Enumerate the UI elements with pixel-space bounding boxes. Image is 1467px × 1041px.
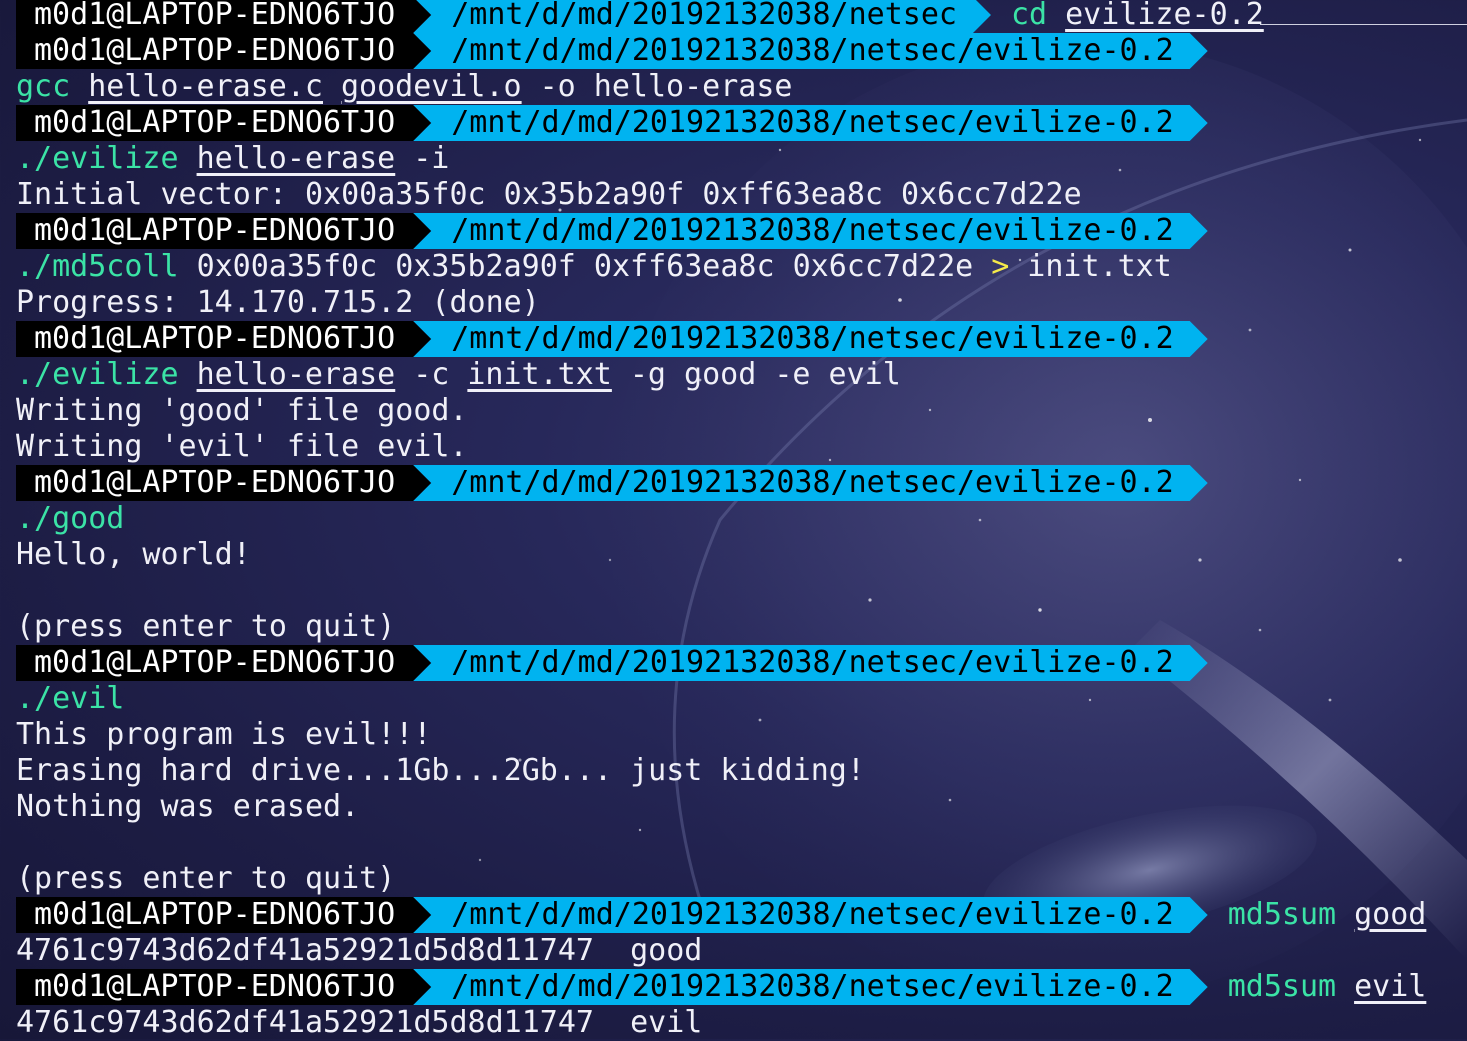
- command-name: ./evilize: [16, 357, 179, 392]
- prompt-user: m0d1@LAPTOP-EDNO6TJO: [16, 0, 414, 33]
- redirect-operator: >: [991, 249, 1010, 284]
- output-line: 4761c9743d62df41a52921d5d8d11747 evil: [16, 1005, 703, 1040]
- command-text: cd evilize-0.2: [1011, 0, 1264, 33]
- output-line: Nothing was erased.: [16, 789, 360, 824]
- command-name: ./evil: [16, 681, 125, 716]
- command-name: ./md5coll: [16, 249, 179, 284]
- command-arg: init.txt: [467, 357, 612, 392]
- prompt-path: /mnt/d/md/20192132038/netsec/evilize-0.2: [413, 213, 1207, 249]
- command-line: ./evilize hello-erase -c init.txt -g good -e…: [0, 357, 1467, 393]
- command-arg: hello-erase: [196, 141, 396, 176]
- prompt-user-segment: m0d1@LAPTOP-EDNO6TJO: [16, 645, 432, 681]
- output-line: Progress: 14.170.715.2 (done): [16, 285, 540, 320]
- prompt-line: m0d1@LAPTOP-EDNO6TJO/mnt/d/md/2019213203…: [0, 33, 1467, 69]
- prompt-path: /mnt/d/md/20192132038/netsec/evilize-0.2: [413, 465, 1207, 501]
- command-arg: evil: [1354, 969, 1427, 1004]
- command-name: cd: [1010, 0, 1048, 32]
- command-options: -c: [413, 357, 450, 392]
- prompt-line: m0d1@LAPTOP-EDNO6TJO/mnt/d/md/2019213203…: [0, 213, 1467, 249]
- prompt-user: m0d1@LAPTOP-EDNO6TJO: [16, 465, 414, 501]
- prompt-user-segment: m0d1@LAPTOP-EDNO6TJO: [16, 213, 432, 249]
- command-name: gcc: [16, 69, 71, 104]
- command-name: md5sum: [1227, 897, 1337, 932]
- prompt-user: m0d1@LAPTOP-EDNO6TJO: [16, 897, 414, 933]
- command-options: 0x00a35f0c 0x35b2a90f 0xff63ea8c 0x6cc7d…: [196, 249, 974, 284]
- command-line: ./evil: [0, 681, 1467, 717]
- output-line: (press enter to quit): [16, 861, 396, 896]
- prompt-user-segment: m0d1@LAPTOP-EDNO6TJO: [16, 105, 432, 141]
- prompt-user: m0d1@LAPTOP-EDNO6TJO: [16, 105, 414, 141]
- prompt-path: /mnt/d/md/20192132038/netsec/evilize-0.2: [413, 897, 1207, 933]
- command-name: ./evilize: [16, 141, 179, 176]
- command-options: -i: [413, 141, 450, 176]
- output-line: Writing 'evil' file evil.: [16, 429, 468, 464]
- prompt-user-segment: m0d1@LAPTOP-EDNO6TJO: [16, 897, 432, 933]
- prompt-line: m0d1@LAPTOP-EDNO6TJO/mnt/d/md/2019213203…: [0, 0, 1467, 33]
- command-line: ./evilize hello-erase -i: [0, 141, 1467, 177]
- output-line: Initial vector: 0x00a35f0c 0x35b2a90f 0x…: [16, 177, 1082, 212]
- prompt-path: /mnt/d/md/20192132038/netsec/evilize-0.2: [413, 33, 1207, 69]
- command-arg: hello-erase.c: [88, 69, 323, 104]
- terminal-output[interactable]: m0d1@LAPTOP-EDNO6TJO/mnt/d/md/2019213203…: [0, 0, 1467, 1041]
- output-line: Writing 'good' file good.: [16, 393, 468, 428]
- command-name: md5sum: [1227, 969, 1337, 1004]
- output-line: Erasing hard drive...1Gb...2Gb... just k…: [16, 753, 865, 788]
- prompt-user-segment: m0d1@LAPTOP-EDNO6TJO: [16, 321, 432, 357]
- prompt-path: /mnt/d/md/20192132038/netsec/evilize-0.2: [413, 105, 1207, 141]
- command-options: -g good -e evil: [629, 357, 901, 392]
- command-text: md5sum evil: [1228, 969, 1427, 1005]
- prompt-user: m0d1@LAPTOP-EDNO6TJO: [16, 33, 414, 69]
- prompt-line: m0d1@LAPTOP-EDNO6TJO/mnt/d/md/2019213203…: [0, 645, 1467, 681]
- prompt-user-segment: m0d1@LAPTOP-EDNO6TJO: [16, 465, 432, 501]
- command-text: md5sum good: [1228, 897, 1427, 933]
- prompt-path: /mnt/d/md/20192132038/netsec/evilize-0.2: [413, 969, 1207, 1005]
- command-name: ./good: [16, 501, 125, 536]
- output-line: (press enter to quit): [16, 609, 396, 644]
- prompt-line: m0d1@LAPTOP-EDNO6TJO/mnt/d/md/2019213203…: [0, 321, 1467, 357]
- command-arg: goodevil.o: [341, 69, 522, 104]
- output-line: This program is evil!!!: [16, 717, 432, 752]
- prompt-user: m0d1@LAPTOP-EDNO6TJO: [16, 321, 414, 357]
- prompt-user: m0d1@LAPTOP-EDNO6TJO: [16, 645, 414, 681]
- output-line: 4761c9743d62df41a52921d5d8d11747 good: [16, 933, 703, 968]
- prompt-path: /mnt/d/md/20192132038/netsec: [413, 0, 991, 33]
- command-arg: hello-erase: [196, 357, 396, 392]
- output-line: Hello, world!: [16, 537, 251, 572]
- command-arg: good: [1354, 897, 1427, 932]
- command-line: ./md5coll 0x00a35f0c 0x35b2a90f 0xff63ea8…: [0, 249, 1467, 285]
- command-options: -o hello-erase: [539, 69, 793, 104]
- prompt-line: m0d1@LAPTOP-EDNO6TJO/mnt/d/md/2019213203…: [0, 105, 1467, 141]
- prompt-user: m0d1@LAPTOP-EDNO6TJO: [16, 969, 414, 1005]
- prompt-line: m0d1@LAPTOP-EDNO6TJO/mnt/d/md/2019213203…: [0, 897, 1467, 933]
- prompt-user-segment: m0d1@LAPTOP-EDNO6TJO: [16, 0, 432, 33]
- command-arg: evilize-0.2: [1065, 0, 1264, 32]
- prompt-line: m0d1@LAPTOP-EDNO6TJO/mnt/d/md/2019213203…: [0, 465, 1467, 501]
- prompt-user-segment: m0d1@LAPTOP-EDNO6TJO: [16, 969, 432, 1005]
- prompt-line: m0d1@LAPTOP-EDNO6TJO/mnt/d/md/2019213203…: [0, 969, 1467, 1005]
- prompt-path: /mnt/d/md/20192132038/netsec/evilize-0.2: [413, 645, 1207, 681]
- prompt-user-segment: m0d1@LAPTOP-EDNO6TJO: [16, 33, 432, 69]
- prompt-user: m0d1@LAPTOP-EDNO6TJO: [16, 213, 414, 249]
- command-options: init.txt: [1027, 249, 1172, 284]
- prompt-path: /mnt/d/md/20192132038/netsec/evilize-0.2: [413, 321, 1207, 357]
- command-line: ./good: [0, 501, 1467, 537]
- command-line: gcc hello-erase.c goodevil.o -o hello-erase: [0, 69, 1467, 105]
